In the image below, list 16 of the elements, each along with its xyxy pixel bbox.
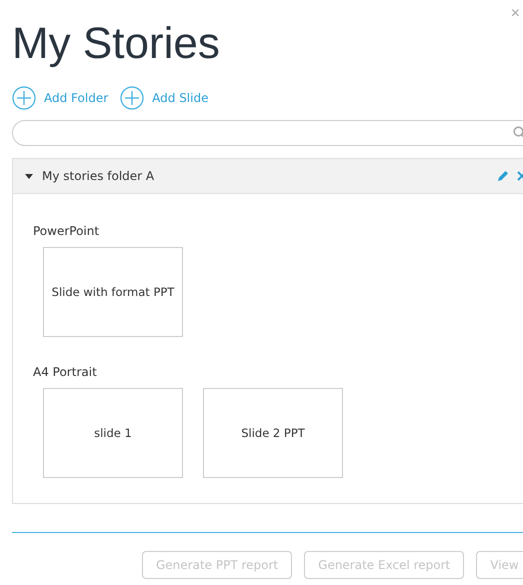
search-icon — [513, 126, 523, 140]
slide-tile[interactable]: Slide with format PPT — [43, 247, 183, 337]
slide-tile[interactable]: slide 1 — [43, 388, 183, 478]
group-label: PowerPoint — [33, 224, 100, 238]
close-button[interactable]: × — [510, 6, 520, 22]
slide-tile[interactable]: Slide 2 PPT — [203, 388, 343, 478]
group-label: A4 Portrait — [33, 365, 98, 379]
page-title: My Stories — [12, 18, 220, 70]
add-button[interactable]: Add Folder — [12, 86, 108, 110]
search-field[interactable] — [12, 120, 523, 146]
folder-name: My stories folder A — [42, 169, 156, 183]
pencil-icon[interactable] — [497, 170, 509, 182]
plus-circle-icon — [120, 86, 144, 110]
add-button[interactable]: Add Slide — [120, 86, 208, 110]
folder-header[interactable]: My stories folder A — [13, 159, 523, 194]
plus-circle-icon — [12, 86, 36, 110]
